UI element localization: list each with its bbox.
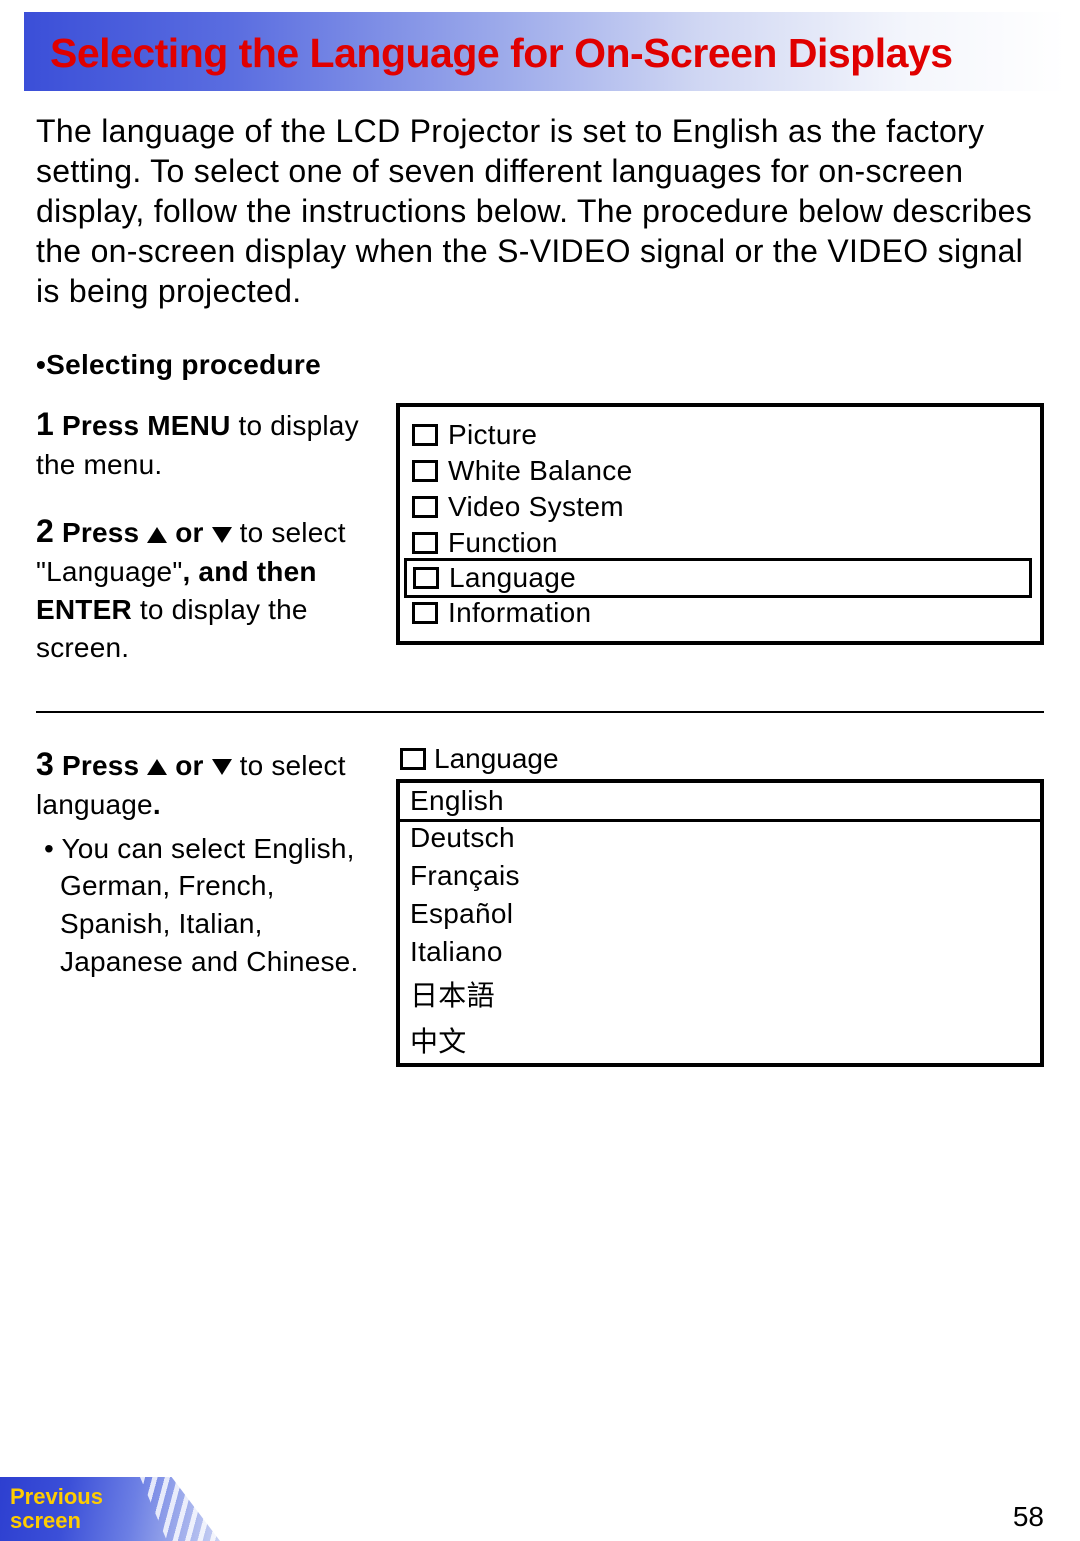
prev-button-label: Previousscreen xyxy=(0,1485,103,1533)
section-heading: •Selecting procedure xyxy=(0,321,1080,393)
previous-screen-button[interactable]: Previousscreen xyxy=(0,1477,103,1541)
step-3-bold-a: Press xyxy=(62,750,147,781)
step-1-text: 1 Press MENU to display the menu. 2 Pres… xyxy=(36,403,366,667)
down-arrow-icon xyxy=(212,527,232,543)
osd-language-item: Français xyxy=(400,857,1040,895)
square-icon xyxy=(413,567,439,589)
up-arrow-icon xyxy=(147,527,167,543)
step-1-bold: Press MENU xyxy=(62,410,231,441)
step-2-or: or xyxy=(167,517,211,548)
step-3-or: or xyxy=(167,750,211,781)
step-2-bold-a: Press xyxy=(62,517,147,548)
osd-language-header-label: Language xyxy=(434,743,559,775)
osd-language-item: Español xyxy=(400,895,1040,933)
steps-container: 1 Press MENU to display the menu. 2 Pres… xyxy=(0,393,1080,677)
osd-language-item: English xyxy=(397,780,1043,822)
osd-main-menu: Picture White Balance Video System Function… xyxy=(396,403,1044,645)
osd-language-item: 日本語 xyxy=(400,971,1040,1017)
square-icon xyxy=(412,532,438,554)
osd-menu-item: White Balance xyxy=(412,453,1024,489)
page-footer: Previousscreen 58 xyxy=(0,1477,1080,1541)
page-number: 58 xyxy=(1013,1501,1044,1541)
page-title: Selecting the Language for On-Screen Dis… xyxy=(50,30,953,76)
osd-menu-item-label: Information xyxy=(448,597,591,629)
osd-language-item: 中文 xyxy=(400,1017,1040,1063)
osd-menu-item: Picture xyxy=(412,417,1024,453)
down-arrow-icon-2 xyxy=(212,759,232,775)
horizontal-divider xyxy=(36,711,1044,713)
step-row-3: 3 Press or to select language. • You can… xyxy=(36,733,1044,1077)
osd-language-item: Deutsch xyxy=(400,819,1040,857)
intro-paragraph: The language of the LCD Projector is set… xyxy=(0,91,1080,321)
step-3-text: 3 Press or to select language. • You can… xyxy=(36,743,366,981)
step-row-1: 1 Press MENU to display the menu. 2 Pres… xyxy=(36,393,1044,677)
osd-menu-item-label: Function xyxy=(448,527,558,559)
osd-menu-item-label: Language xyxy=(449,562,576,594)
osd-menu-item-label: Picture xyxy=(448,419,537,451)
step-3-note: • You can select English, German, French… xyxy=(36,830,366,981)
osd-menu-item: Information xyxy=(412,595,1024,631)
step-3-number: 3 xyxy=(36,746,54,782)
up-arrow-icon-2 xyxy=(147,759,167,775)
osd-menu-item: Language xyxy=(404,558,1032,598)
square-icon xyxy=(412,602,438,624)
osd-language-panel: Language EnglishDeutschFrançaisEspañolIt… xyxy=(396,743,1044,1067)
osd-language-list: EnglishDeutschFrançaisEspañolItaliano日本語… xyxy=(396,779,1044,1067)
osd-language-item: Italiano xyxy=(400,933,1040,971)
osd-menu-item-label: White Balance xyxy=(448,455,632,487)
step-1-number: 1 xyxy=(36,406,54,442)
osd-menu-item: Video System xyxy=(412,489,1024,525)
step-3-dot: . xyxy=(153,789,161,820)
square-icon xyxy=(412,460,438,482)
square-icon xyxy=(412,496,438,518)
steps-container-2: 3 Press or to select language. • You can… xyxy=(0,733,1080,1077)
step-2-number: 2 xyxy=(36,513,54,549)
osd-menu-item: Function xyxy=(412,525,1024,561)
square-icon xyxy=(400,748,426,770)
osd-language-header: Language xyxy=(396,743,1044,779)
page-header: Selecting the Language for On-Screen Dis… xyxy=(24,12,1066,91)
square-icon xyxy=(412,424,438,446)
osd-menu-item-label: Video System xyxy=(448,491,624,523)
